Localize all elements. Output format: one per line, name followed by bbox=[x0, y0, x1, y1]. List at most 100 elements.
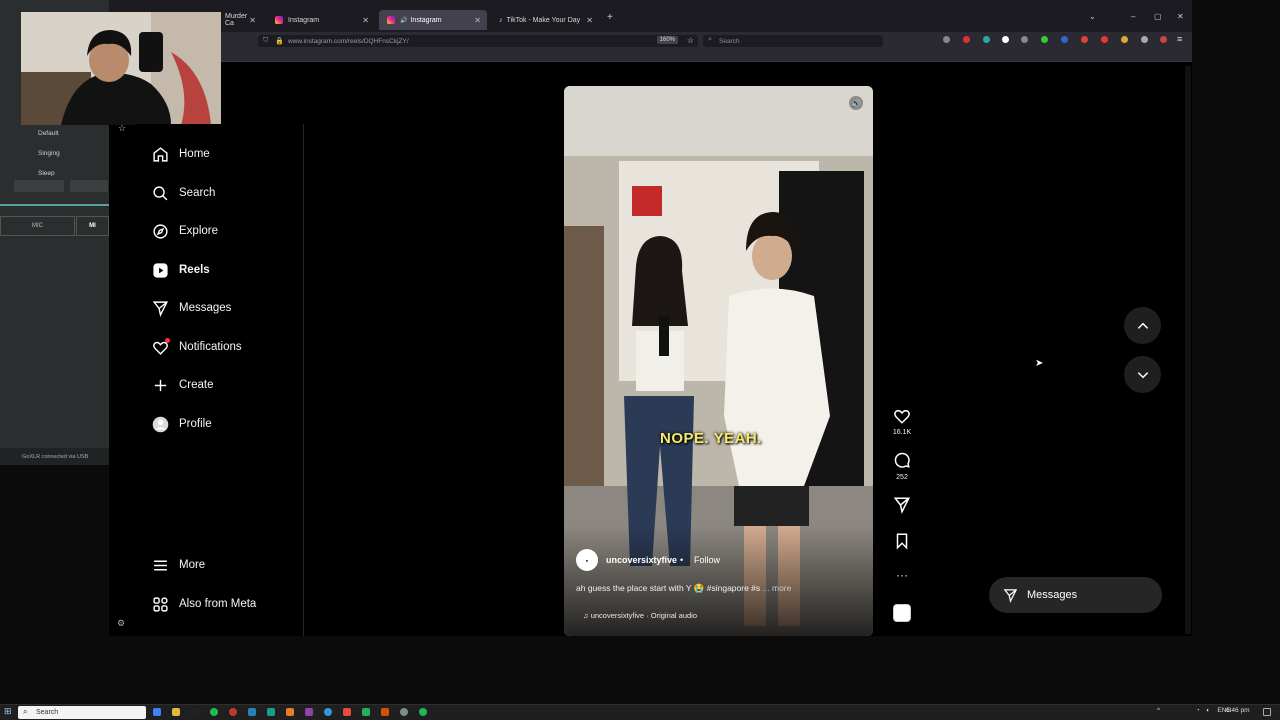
lock-icon[interactable]: 🔒 bbox=[275, 37, 284, 45]
author-avatar[interactable]: ● bbox=[576, 549, 598, 571]
shield-icon[interactable]: ⛉ bbox=[263, 37, 268, 45]
extension-icon[interactable] bbox=[1061, 36, 1068, 43]
extension-icon[interactable] bbox=[1021, 36, 1028, 43]
mic-tab[interactable]: MIC bbox=[0, 216, 75, 236]
taskbar-app-icon[interactable] bbox=[229, 708, 237, 716]
obs-icon[interactable] bbox=[381, 708, 389, 716]
like-button[interactable] bbox=[893, 407, 911, 425]
preset-singing[interactable]: Singing bbox=[38, 150, 60, 157]
spotify-icon[interactable] bbox=[210, 708, 218, 716]
sidebar-item-search[interactable]: Search bbox=[152, 181, 215, 205]
preset-save-button[interactable] bbox=[14, 180, 64, 192]
sidebar-item-messages[interactable]: Messages bbox=[152, 296, 231, 320]
taskbar-app-icon[interactable] bbox=[400, 708, 408, 716]
taskbar-app-icon[interactable] bbox=[191, 708, 199, 716]
page-scrollbar[interactable] bbox=[1185, 66, 1191, 634]
extension-icon[interactable] bbox=[943, 36, 950, 43]
maximize-button[interactable]: ▢ bbox=[1154, 12, 1162, 21]
tab-list-chevron-icon[interactable]: ⌄ bbox=[1089, 12, 1096, 21]
browser-search-bar[interactable]: ⌕ Search bbox=[703, 35, 883, 47]
minimize-button[interactable]: – bbox=[1131, 12, 1135, 21]
tab-tiktok[interactable]: ♪ TikTok - Make Your Day ✕ bbox=[491, 10, 599, 30]
settings-gear-icon[interactable]: ⚙ bbox=[117, 618, 125, 629]
avatar-icon bbox=[152, 416, 169, 433]
description-text: ah guess the place start with Y 😭 #singa… bbox=[576, 583, 761, 593]
extension-icon[interactable] bbox=[1002, 36, 1009, 43]
sidebar-item-label: Profile bbox=[179, 418, 212, 430]
extension-icon[interactable] bbox=[1160, 36, 1167, 43]
mic-tab-2[interactable]: MI bbox=[76, 216, 109, 236]
taskbar-app-icon[interactable] bbox=[362, 708, 370, 716]
windows-start-icon[interactable]: ⊞ bbox=[4, 706, 12, 717]
messages-floating-button[interactable]: Messages bbox=[989, 577, 1162, 613]
firefox-icon[interactable] bbox=[286, 708, 294, 716]
sidebar-item-home[interactable]: Home bbox=[152, 142, 210, 166]
sidebar-item-profile[interactable]: Profile bbox=[152, 412, 212, 436]
window-close-button[interactable]: ✕ bbox=[1177, 12, 1184, 21]
more-link[interactable]: ... more bbox=[763, 583, 792, 593]
sidebar-item-notifications[interactable]: Notifications bbox=[152, 335, 242, 359]
system-tray[interactable]: ^ ◔ ◖ ENG bbox=[1157, 707, 1231, 714]
extension-icon[interactable] bbox=[963, 36, 970, 43]
author-name[interactable]: uncoversixtyfive bbox=[606, 555, 677, 565]
volume-icon[interactable]: 🔊 bbox=[849, 96, 863, 110]
previous-reel-button[interactable] bbox=[1124, 307, 1161, 344]
reel-video[interactable] bbox=[564, 86, 873, 636]
taskbar-app-icon[interactable] bbox=[324, 708, 332, 716]
save-button[interactable] bbox=[893, 532, 911, 550]
sidebar-item-create[interactable]: Create bbox=[152, 373, 214, 397]
tab-instagram-active[interactable]: 🔊 Instagram ✕ bbox=[379, 10, 487, 30]
tray-chevron-icon[interactable]: ^ bbox=[1157, 707, 1160, 714]
extension-icon[interactable] bbox=[983, 36, 990, 43]
more-options-button[interactable]: ··· bbox=[893, 568, 911, 582]
tab-murder[interactable]: Murder Ca ✕ bbox=[217, 10, 262, 30]
extension-icon[interactable] bbox=[1121, 36, 1128, 43]
tab-label: Instagram bbox=[410, 16, 442, 24]
audio-thumbnail[interactable] bbox=[893, 604, 911, 622]
preset-sleep[interactable]: Sleep bbox=[38, 170, 55, 176]
extension-icon[interactable] bbox=[1081, 36, 1088, 43]
sidebar-item-reels[interactable]: Reels bbox=[152, 258, 210, 282]
taskbar-app-icon[interactable] bbox=[153, 708, 161, 716]
audio-row[interactable]: ♫ uncoversixtyfive · Original audio bbox=[583, 611, 697, 620]
extension-icon[interactable] bbox=[1101, 36, 1108, 43]
star-icon[interactable]: ☆ bbox=[118, 123, 126, 134]
zoom-badge[interactable]: 160% bbox=[656, 36, 678, 44]
sidebar-item-more[interactable]: More bbox=[152, 553, 205, 577]
notification-dot bbox=[165, 337, 170, 343]
extension-icon[interactable] bbox=[1041, 36, 1048, 43]
close-icon[interactable]: ✕ bbox=[249, 16, 256, 25]
preset-default[interactable]: Default bbox=[38, 130, 59, 137]
taskbar-app-icon[interactable] bbox=[419, 708, 427, 716]
url-text[interactable]: www.instagram.com/reels/DQHFnsCkjZY/ bbox=[288, 38, 409, 45]
share-button[interactable] bbox=[893, 496, 911, 514]
network-icon[interactable]: ◔ bbox=[1196, 707, 1200, 714]
taskbar-search[interactable]: ⌕ Search bbox=[18, 706, 146, 719]
preset-load-button[interactable] bbox=[70, 180, 108, 192]
speaker-icon[interactable]: 🔊 bbox=[400, 17, 407, 24]
close-icon[interactable]: ✕ bbox=[362, 16, 369, 25]
taskbar-clock[interactable]: 6:46 pm bbox=[1226, 707, 1250, 714]
hamburger-menu-icon[interactable]: ≡ bbox=[1177, 34, 1182, 44]
taskbar-app-icon[interactable] bbox=[267, 708, 275, 716]
sidebar-item-label: Search bbox=[179, 187, 216, 199]
file-explorer-icon[interactable] bbox=[172, 708, 180, 716]
close-icon[interactable]: ✕ bbox=[586, 16, 593, 25]
volume-icon[interactable]: ◖ bbox=[1206, 707, 1210, 714]
tab-instagram-1[interactable]: Instagram ✕ bbox=[267, 10, 375, 30]
puzzle-icon[interactable] bbox=[1141, 36, 1148, 43]
comment-button[interactable] bbox=[893, 451, 911, 469]
bookmark-star-icon[interactable]: ☆ bbox=[687, 36, 694, 45]
taskbar-app-icon[interactable] bbox=[248, 708, 256, 716]
url-bar[interactable]: ⛉ 🔒 www.instagram.com/reels/DQHFnsCkjZY/… bbox=[258, 35, 698, 47]
taskbar-app-icon[interactable] bbox=[343, 708, 351, 716]
heart-icon bbox=[152, 337, 170, 356]
notification-center-icon[interactable] bbox=[1263, 708, 1271, 716]
new-tab-button[interactable]: + bbox=[607, 12, 613, 23]
sidebar-item-explore[interactable]: Explore bbox=[152, 219, 218, 243]
next-reel-button[interactable] bbox=[1124, 356, 1161, 393]
close-icon[interactable]: ✕ bbox=[474, 16, 481, 25]
sidebar-item-also-from-meta[interactable]: Also from Meta bbox=[152, 592, 256, 616]
taskbar-app-icon[interactable] bbox=[305, 708, 313, 716]
follow-button[interactable]: Follow bbox=[694, 555, 720, 565]
